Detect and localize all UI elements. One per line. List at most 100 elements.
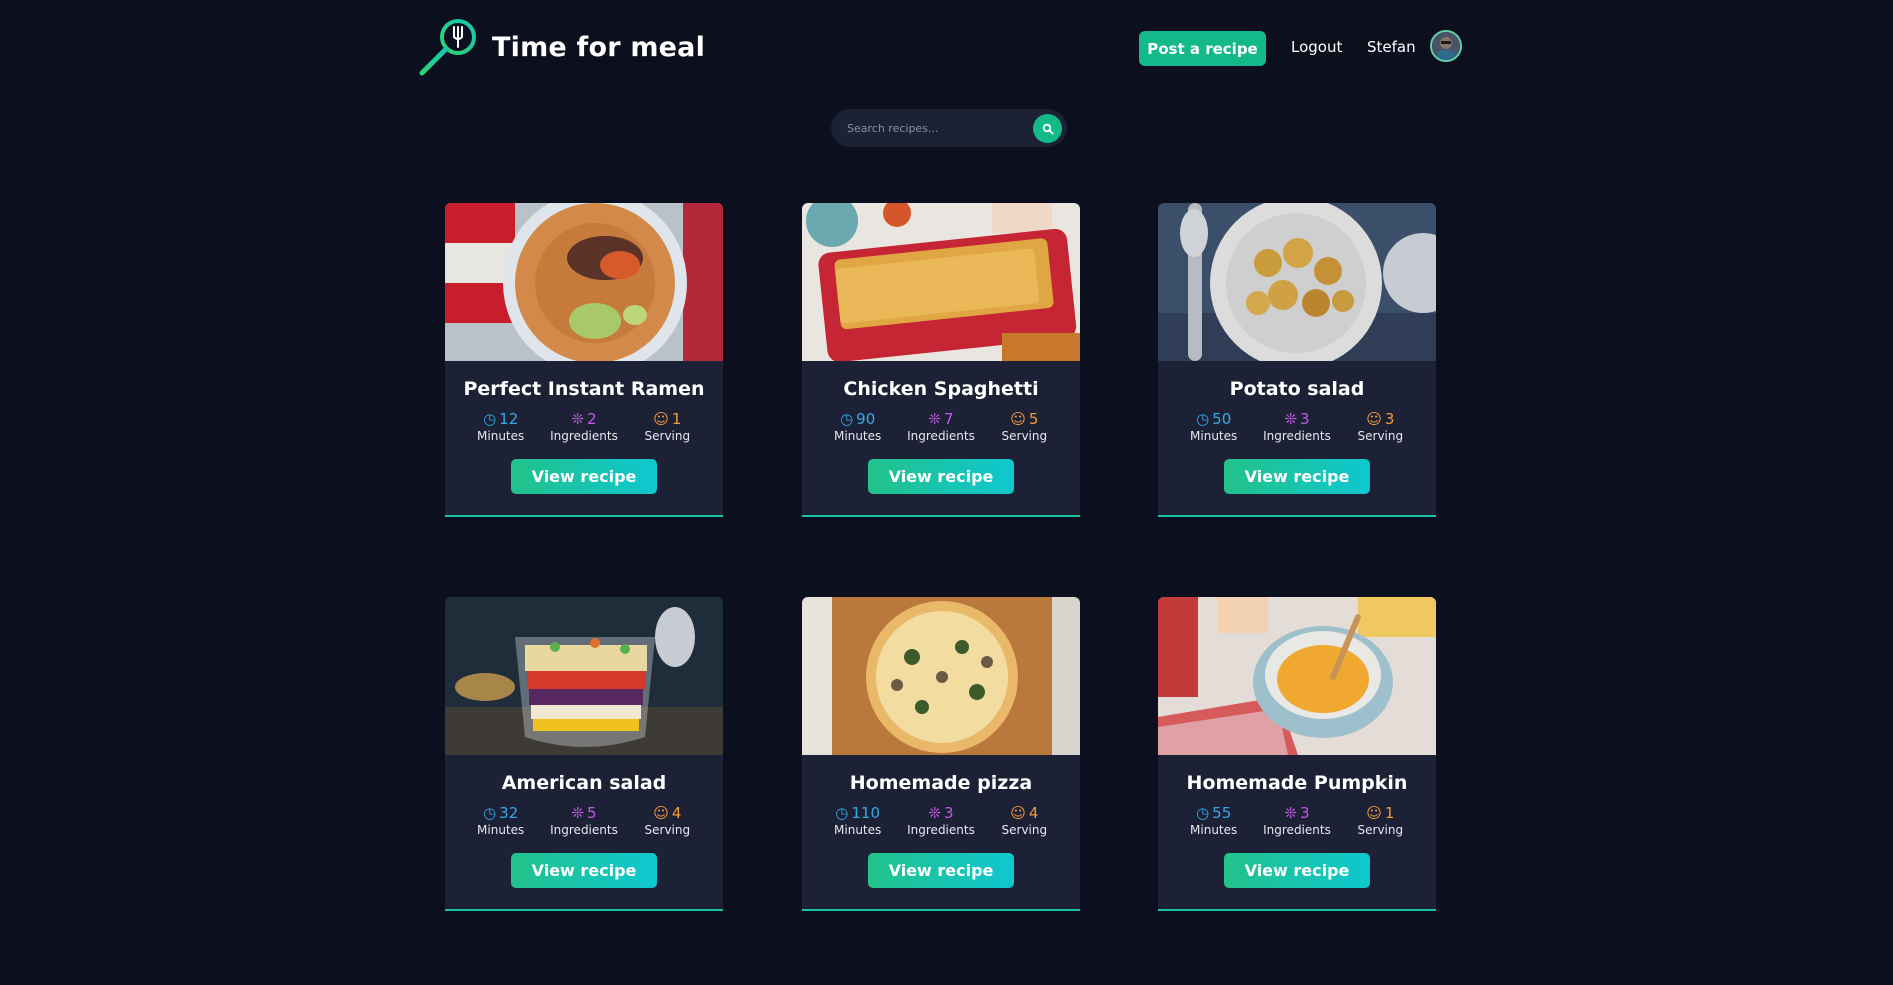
person-icon: ☺ [1366, 410, 1382, 428]
leaf-icon: ❊ [1284, 804, 1297, 822]
serving-label: Serving [1001, 429, 1048, 443]
recipe-card: Perfect Instant Ramen ◷ 12 Minutes ❊ 2 Ing… [445, 203, 723, 517]
ingredients-value: 3 [1300, 804, 1310, 822]
recipe-stats: ◷ 110 Minutes ❊ 3 Ingredients ☺ 4 Serving [802, 804, 1080, 837]
stat-ingredients: ❊ 5 Ingredients [544, 804, 624, 837]
view-recipe-button[interactable]: View recipe [1224, 853, 1370, 888]
search-icon [1042, 123, 1053, 134]
recipe-title[interactable]: Homemade pizza [802, 772, 1080, 794]
post-recipe-button[interactable]: Post a recipe [1139, 31, 1266, 66]
stat-ingredients: ❊ 3 Ingredients [1257, 410, 1337, 443]
minutes-label: Minutes [1190, 823, 1238, 837]
minutes-value: 110 [851, 804, 881, 822]
leaf-icon: ❊ [571, 410, 584, 428]
person-icon: ☺ [653, 804, 669, 822]
ingredients-label: Ingredients [550, 429, 618, 443]
clock-icon: ◷ [840, 410, 854, 428]
clock-icon: ◷ [1196, 410, 1210, 428]
recipe-stats: ◷ 50 Minutes ❊ 3 Ingredients ☺ 3 Serving [1158, 410, 1436, 443]
stat-serving: ☺ 3 Serving [1340, 410, 1420, 443]
view-recipe-button[interactable]: View recipe [868, 459, 1014, 494]
clock-icon: ◷ [835, 804, 849, 822]
recipe-title[interactable]: American salad [445, 772, 723, 794]
person-icon: ☺ [653, 410, 669, 428]
stat-minutes: ◷ 32 Minutes [461, 804, 541, 837]
minutes-value: 90 [856, 410, 876, 428]
minutes-label: Minutes [834, 429, 882, 443]
stat-ingredients: ❊ 3 Ingredients [901, 804, 981, 837]
minutes-value: 55 [1212, 804, 1232, 822]
stat-ingredients: ❊ 7 Ingredients [901, 410, 981, 443]
recipe-card: Homemade Pumpkin ◷ 55 Minutes ❊ 3 Ingredie… [1158, 597, 1436, 911]
person-icon: ☺ [1366, 804, 1382, 822]
serving-label: Serving [1001, 823, 1048, 837]
view-recipe-button[interactable]: View recipe [511, 853, 657, 888]
search-input[interactable] [847, 109, 1023, 147]
minutes-value: 50 [1212, 410, 1232, 428]
person-icon: ☺ [1010, 804, 1026, 822]
stat-ingredients: ❊ 2 Ingredients [544, 410, 624, 443]
recipe-title[interactable]: Perfect Instant Ramen [445, 378, 723, 400]
person-icon: ☺ [1010, 410, 1026, 428]
recipe-card: Potato salad ◷ 50 Minutes ❊ 3 Ingredients … [1158, 203, 1436, 517]
stat-ingredients: ❊ 3 Ingredients [1257, 804, 1337, 837]
leaf-icon: ❊ [928, 804, 941, 822]
stat-serving: ☺ 1 Serving [627, 410, 707, 443]
serving-label: Serving [1357, 823, 1404, 837]
stat-serving: ☺ 1 Serving [1340, 804, 1420, 837]
serving-value: 5 [1028, 410, 1039, 428]
view-recipe-button[interactable]: View recipe [1224, 459, 1370, 494]
minutes-label: Minutes [477, 823, 525, 837]
minutes-value: 32 [499, 804, 519, 822]
recipe-card: Chicken Spaghetti ◷ 90 Minutes ❊ 7 Ingredi… [802, 203, 1080, 517]
potato-salad-image[interactable] [1158, 203, 1436, 361]
minutes-label: Minutes [477, 429, 525, 443]
serving-value: 4 [1028, 804, 1039, 822]
ingredients-value: 3 [944, 804, 954, 822]
search-button[interactable] [1033, 114, 1062, 143]
ingredients-label: Ingredients [1263, 823, 1331, 837]
spaghetti-image[interactable] [802, 203, 1080, 361]
stat-serving: ☺ 4 Serving [627, 804, 707, 837]
user-avatar-icon [1432, 32, 1460, 60]
ingredients-label: Ingredients [907, 429, 975, 443]
recipe-title[interactable]: Chicken Spaghetti [802, 378, 1080, 400]
recipe-title[interactable]: Homemade Pumpkin [1158, 772, 1436, 794]
serving-value: 4 [671, 804, 682, 822]
ingredients-label: Ingredients [907, 823, 975, 837]
search-bar [831, 109, 1067, 147]
clock-icon: ◷ [483, 410, 497, 428]
serving-label: Serving [644, 823, 691, 837]
logo-icon[interactable] [418, 17, 480, 77]
recipe-stats: ◷ 12 Minutes ❊ 2 Ingredients ☺ 1 Serving [445, 410, 723, 443]
brand-title[interactable]: Time for meal [492, 32, 705, 63]
ramen-image[interactable] [445, 203, 723, 361]
view-recipe-button[interactable]: View recipe [868, 853, 1014, 888]
recipe-stats: ◷ 90 Minutes ❊ 7 Ingredients ☺ 5 Serving [802, 410, 1080, 443]
avatar[interactable] [1430, 30, 1462, 62]
stat-minutes: ◷ 50 Minutes [1174, 410, 1254, 443]
minutes-label: Minutes [1190, 429, 1238, 443]
stat-minutes: ◷ 55 Minutes [1174, 804, 1254, 837]
ingredients-value: 5 [587, 804, 597, 822]
leaf-icon: ❊ [571, 804, 584, 822]
pizza-image[interactable] [802, 597, 1080, 755]
clock-icon: ◷ [1196, 804, 1210, 822]
serving-label: Serving [644, 429, 691, 443]
username: Stefan [1367, 38, 1416, 56]
ingredients-value: 3 [1300, 410, 1310, 428]
stat-serving: ☺ 5 Serving [984, 410, 1064, 443]
leaf-icon: ❊ [928, 410, 941, 428]
american-salad-image[interactable] [445, 597, 723, 755]
recipe-title[interactable]: Potato salad [1158, 378, 1436, 400]
ingredients-label: Ingredients [1263, 429, 1331, 443]
logout-link[interactable]: Logout [1291, 38, 1342, 56]
view-recipe-button[interactable]: View recipe [511, 459, 657, 494]
leaf-icon: ❊ [1284, 410, 1297, 428]
ingredients-value: 2 [587, 410, 597, 428]
recipe-card: Homemade pizza ◷ 110 Minutes ❊ 3 Ingredien… [802, 597, 1080, 911]
pumpkin-image[interactable] [1158, 597, 1436, 755]
stat-minutes: ◷ 110 Minutes [818, 804, 898, 837]
serving-value: 1 [1384, 804, 1395, 822]
serving-label: Serving [1357, 429, 1404, 443]
